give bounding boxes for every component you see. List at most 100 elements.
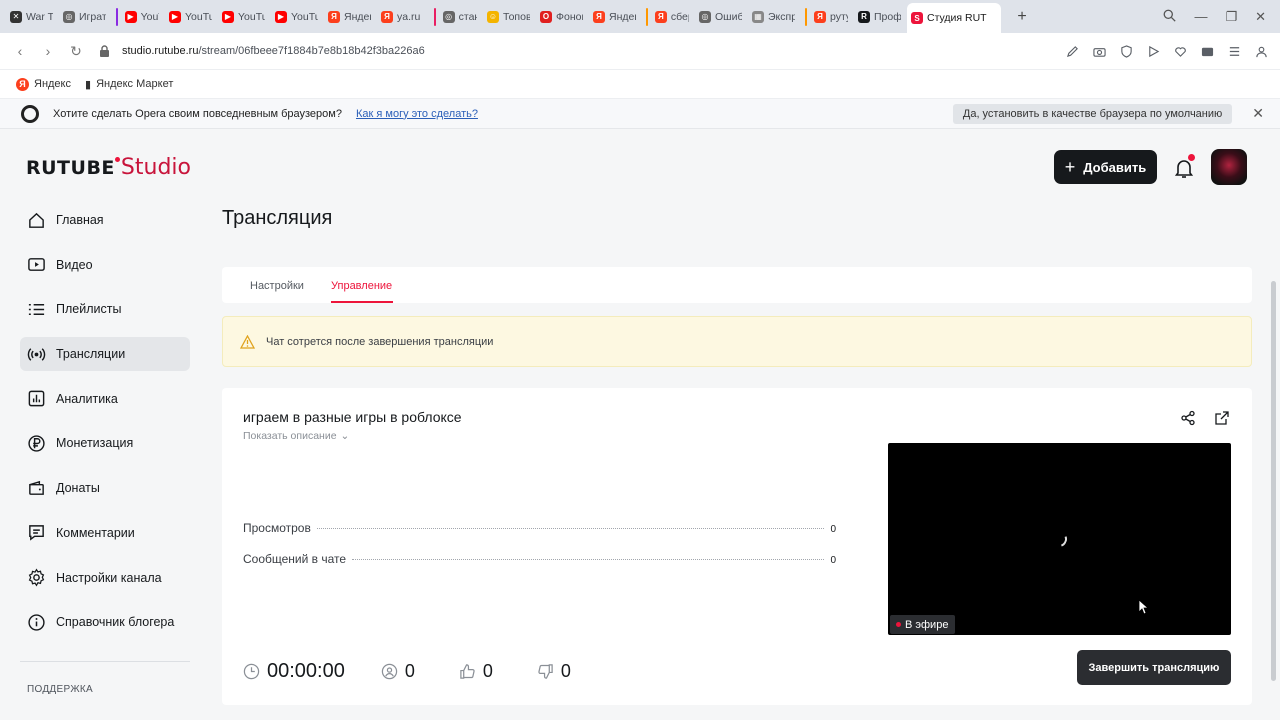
forward-icon[interactable]: › bbox=[34, 37, 62, 65]
search-tabs-icon[interactable] bbox=[1163, 9, 1177, 25]
browser-tab[interactable]: ▦ Экспр bbox=[748, 4, 801, 30]
lock-icon[interactable] bbox=[90, 37, 118, 65]
external-link-icon[interactable] bbox=[1214, 410, 1230, 426]
browser-tab[interactable]: Ярутуб bbox=[801, 4, 854, 30]
reload-icon[interactable]: ↻ bbox=[62, 37, 90, 65]
wallet-icon bbox=[29, 480, 44, 495]
sidebar-item-label: Донаты bbox=[56, 481, 100, 496]
window-controls: — ❐ ✕ bbox=[1163, 9, 1280, 25]
wallet-browser-icon[interactable] bbox=[1201, 45, 1214, 58]
rutube-studio-logo[interactable]: RUTUBE Studio bbox=[26, 155, 191, 180]
new-tab-button[interactable]: + bbox=[1011, 6, 1033, 28]
browser-tab[interactable]: ◎станда bbox=[430, 4, 483, 30]
live-dot-icon bbox=[896, 622, 901, 627]
viewers-count: 0 bbox=[381, 661, 415, 682]
tab-strip: ✕War Th◎Играть▶YouTub▶YouTub▶YouTub▶YouT… bbox=[0, 0, 1001, 33]
tab-settings[interactable]: Настройки bbox=[250, 280, 304, 292]
minimize-icon[interactable]: — bbox=[1194, 9, 1207, 24]
tab-favicon-icon: ☺ bbox=[487, 10, 499, 23]
browser-tab[interactable]: ▶ YouTub bbox=[271, 4, 324, 30]
sidebar-item[interactable]: Монетизация bbox=[20, 426, 190, 460]
add-button[interactable]: + Добавить bbox=[1054, 150, 1157, 184]
browser-tab[interactable]: Я Яндекс bbox=[589, 4, 642, 30]
tab-favicon-icon: O bbox=[540, 10, 552, 23]
show-description-toggle[interactable]: Показать описание ⌄ bbox=[243, 430, 349, 442]
camera-icon[interactable] bbox=[1093, 45, 1106, 58]
sidebar-item[interactable]: Справочник блогера bbox=[20, 605, 190, 639]
heart-icon[interactable] bbox=[1174, 45, 1187, 58]
browser-tab[interactable]: Я Яндекс bbox=[324, 4, 377, 30]
broadcast-icon bbox=[27, 347, 46, 361]
browser-tab[interactable]: ◎ Играть bbox=[59, 4, 112, 30]
sidebar-item[interactable]: Аналитика bbox=[20, 382, 190, 416]
tab-management[interactable]: Управление bbox=[331, 280, 392, 292]
profile-icon[interactable] bbox=[1255, 45, 1268, 58]
logo-brand: RUTUBE bbox=[26, 157, 120, 179]
sidebar-item-label: Монетизация bbox=[56, 436, 134, 451]
close-window-icon[interactable]: ✕ bbox=[1255, 9, 1266, 25]
tab-favicon-icon: ✕ bbox=[10, 10, 22, 23]
sidebar-item[interactable]: Трансляции bbox=[20, 337, 190, 372]
sidebar-item[interactable]: Донаты bbox=[20, 471, 190, 505]
browser-tab[interactable]: Яya.ru bbox=[377, 4, 430, 30]
tab-title: ya.ru bbox=[397, 10, 421, 23]
browser-tab[interactable]: ▶YouTub bbox=[218, 4, 271, 30]
thumbs-up-icon bbox=[460, 664, 475, 679]
plus-icon: + bbox=[1064, 157, 1076, 177]
yandex-icon: Я bbox=[16, 77, 29, 91]
maximize-icon[interactable]: ❐ bbox=[1225, 9, 1237, 25]
infobar-link[interactable]: Как я могу это сделать? bbox=[356, 108, 478, 120]
browser-tab[interactable]: Ясберб bbox=[642, 4, 695, 30]
logo-suffix: Studio bbox=[120, 155, 191, 180]
page-scrollbar[interactable] bbox=[1271, 281, 1276, 681]
tab-title: Профи bbox=[874, 10, 901, 23]
tab-title: станда bbox=[458, 10, 477, 23]
play-icon[interactable] bbox=[1147, 45, 1160, 58]
sidebar-item[interactable]: Главная bbox=[20, 203, 190, 237]
browser-tab[interactable]: ☺ Топов bbox=[483, 4, 536, 30]
bookmarks-bar: Я Яндекс ▮ Яндекс Маркет bbox=[0, 70, 1280, 99]
tab-title: Яндекс bbox=[344, 10, 371, 23]
shield-icon[interactable] bbox=[1120, 44, 1133, 58]
sidebar-item-label: Плейлисты bbox=[56, 302, 122, 317]
tab-title: Экспр bbox=[768, 10, 795, 23]
sidebar-item[interactable]: Видео bbox=[20, 248, 190, 282]
sidebar-item[interactable]: Комментарии bbox=[20, 516, 190, 550]
tab-favicon-icon: ◎ bbox=[442, 10, 455, 23]
set-default-button[interactable]: Да, установить в качестве браузера по ум… bbox=[952, 103, 1233, 124]
browser-tab[interactable]: R Профи bbox=[854, 4, 907, 30]
infobar-text: Хотите сделать Opera своим повседневным … bbox=[53, 107, 342, 120]
share-icon[interactable] bbox=[1180, 410, 1196, 426]
page-title: Трансляция bbox=[222, 207, 333, 229]
opera-logo-icon bbox=[21, 104, 39, 123]
bookmark-yandex[interactable]: Я Яндекс bbox=[16, 77, 71, 91]
video-player[interactable]: В эфире bbox=[888, 443, 1231, 635]
bookmark-yandex-market[interactable]: ▮ Яндекс Маркет bbox=[85, 78, 173, 91]
tab-favicon-icon: ◎ bbox=[63, 10, 75, 23]
chevron-down-icon: ⌄ bbox=[340, 430, 350, 442]
tab-title: YouTub bbox=[291, 10, 318, 23]
sidebar-item[interactable]: Плейлисты bbox=[20, 292, 190, 326]
browser-tab[interactable]: O Фоновы bbox=[536, 4, 589, 30]
sidebar-item-label: Видео bbox=[56, 257, 93, 272]
browser-tab[interactable]: ▶YouTub bbox=[112, 4, 165, 30]
end-stream-button[interactable]: Завершить трансляцию bbox=[1077, 650, 1231, 685]
url-field[interactable]: studio.rutube.ru/stream/06fbeee7f1884b7e… bbox=[122, 45, 425, 57]
browser-tab[interactable]: ▶YouTub bbox=[165, 4, 218, 30]
notifications-bell-icon[interactable] bbox=[1172, 154, 1196, 180]
tab-favicon-icon: ▶ bbox=[275, 10, 287, 23]
tab-favicon-icon: Я bbox=[593, 10, 605, 23]
browser-tab[interactable]: ◎ Ошибк bbox=[695, 4, 748, 30]
analytics-icon bbox=[28, 390, 45, 407]
edit-icon[interactable] bbox=[1066, 45, 1079, 58]
tab-title: Топов bbox=[503, 10, 530, 23]
sidebar-item[interactable]: Настройки канала bbox=[20, 561, 190, 595]
menu-icon[interactable] bbox=[1228, 45, 1241, 58]
stat-chat-messages: Сообщений в чате 0 bbox=[243, 552, 836, 566]
close-icon[interactable]: ✕ bbox=[1252, 105, 1264, 122]
browser-tab[interactable]: S Студия RUT bbox=[907, 3, 1001, 33]
avatar[interactable] bbox=[1211, 149, 1247, 185]
back-icon[interactable]: ‹ bbox=[6, 37, 34, 65]
tab-title: Яндекс bbox=[609, 10, 636, 23]
browser-tab[interactable]: ✕ War Th bbox=[6, 4, 59, 30]
